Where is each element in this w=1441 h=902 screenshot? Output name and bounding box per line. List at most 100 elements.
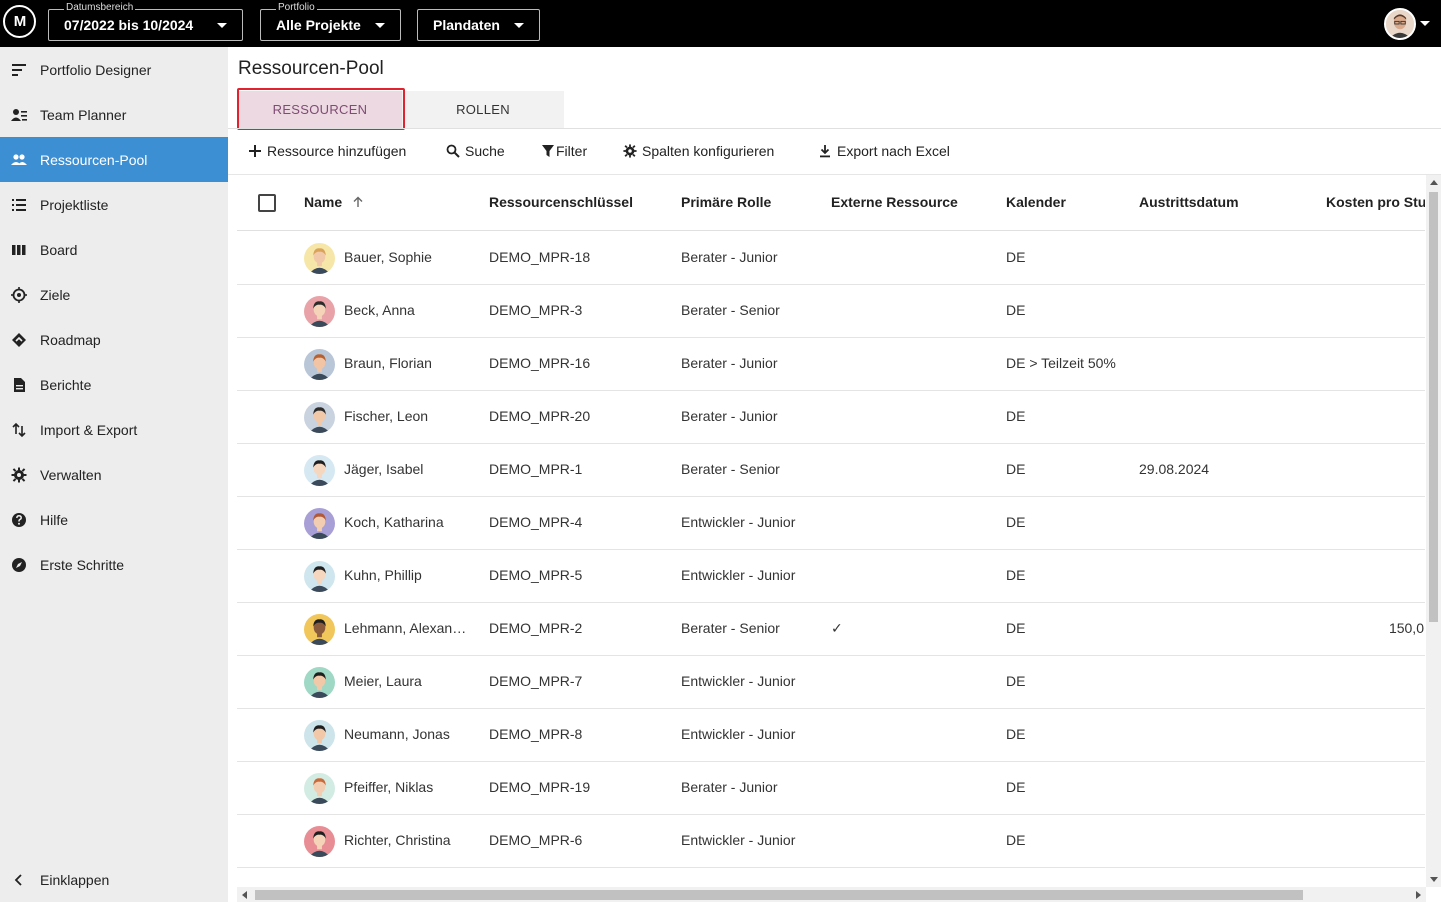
column-header-role[interactable]: Primäre Rolle (681, 194, 771, 210)
sidebar-item-ziele[interactable]: Ziele (0, 272, 228, 317)
scroll-down-icon[interactable] (1430, 877, 1438, 882)
configure-columns-button[interactable]: Spalten konfigurieren (623, 141, 774, 161)
user-avatar[interactable] (1384, 8, 1416, 40)
table-row[interactable]: Richter, Christina DEMO_MPR-6 Entwickler -… (237, 815, 1425, 868)
table-row[interactable]: Koch, Katharina DEMO_MPR-4 Entwickler - Ju… (237, 497, 1425, 550)
table-row[interactable]: Fischer, Leon DEMO_MPR-20 Berater - Junior… (237, 391, 1425, 444)
data-type-dropdown[interactable]: Plandaten (417, 9, 540, 41)
cell-calendar: DE (1006, 514, 1026, 530)
sidebar-item-verwalten[interactable]: Verwalten (0, 452, 228, 497)
table-header: Name Ressourcenschlüssel Primäre Rolle E… (237, 175, 1425, 231)
data-type-value: Plandaten (433, 17, 500, 33)
help-icon (11, 512, 27, 528)
table-row[interactable]: Meier, Laura DEMO_MPR-7 Entwickler - Junio… (237, 656, 1425, 709)
avatar (304, 614, 335, 645)
column-header-cost[interactable]: Kosten pro Stur (1326, 194, 1425, 210)
scroll-left-icon[interactable] (242, 891, 247, 899)
cell-name: Neumann, Jonas (344, 726, 450, 742)
collapse-sidebar-button[interactable]: Einklappen (0, 857, 228, 902)
date-range-caption: Datumsbereich (64, 1, 136, 15)
sidebar-item-projektliste[interactable]: Projektliste (0, 182, 228, 227)
sidebar-item-label: Portfolio Designer (40, 61, 152, 78)
cell-calendar: DE (1006, 408, 1026, 424)
vertical-scrollbar[interactable] (1426, 175, 1441, 887)
avatar (304, 561, 335, 592)
app-logo[interactable]: M (3, 5, 36, 38)
cell-calendar: DE (1006, 620, 1026, 636)
table-row[interactable]: Braun, Florian DEMO_MPR-16 Berater - Junio… (237, 338, 1425, 391)
avatar (304, 349, 335, 380)
search-icon (446, 144, 460, 158)
document-icon (11, 377, 27, 393)
cell-name: Bauer, Sophie (344, 249, 432, 265)
table-row[interactable]: Beck, Anna DEMO_MPR-3 Berater - Senior DE (237, 285, 1425, 338)
sidebar-item-label: Roadmap (40, 331, 101, 348)
table-row[interactable]: Lehmann, Alexan… DEMO_MPR-2 Berater - Seni… (237, 603, 1425, 656)
cell-calendar: DE (1006, 832, 1026, 848)
cell-calendar: DE > Teilzeit 50% (1006, 355, 1116, 371)
avatar (304, 243, 335, 274)
cell-role: Entwickler - Junior (681, 726, 796, 742)
cell-key: DEMO_MPR-2 (489, 620, 583, 636)
person-list-icon (11, 107, 27, 123)
download-icon (820, 145, 830, 158)
sort-lines-icon (11, 62, 27, 78)
sidebar-item-import-export[interactable]: Import & Export (0, 407, 228, 452)
sidebar-item-ressourcen-pool[interactable]: Ressourcen-Pool (0, 137, 228, 182)
sidebar-item-hilfe[interactable]: Hilfe (0, 497, 228, 542)
search-button[interactable]: Suche (446, 141, 505, 161)
sidebar-item-erste-schritte[interactable]: Erste Schritte (0, 542, 228, 587)
sidebar-item-portfolio-designer[interactable]: Portfolio Designer (0, 47, 228, 92)
cell-name: Koch, Katharina (344, 514, 444, 530)
user-menu-caret-icon[interactable] (1420, 21, 1430, 26)
date-range-dropdown[interactable]: Datumsbereich 07/2022 bis 10/2024 (48, 1, 243, 41)
export-excel-button[interactable]: Export nach Excel (818, 141, 950, 161)
scroll-right-icon[interactable] (1416, 891, 1421, 899)
cell-role: Berater - Junior (681, 779, 778, 795)
gear-icon (623, 144, 637, 158)
horizontal-scrollbar[interactable] (237, 887, 1426, 902)
sidebar-item-label: Hilfe (40, 511, 69, 528)
avatar (304, 720, 335, 751)
column-header-exit-date[interactable]: Austrittsdatum (1139, 194, 1239, 210)
cell-name: Beck, Anna (344, 302, 415, 318)
sidebar-item-berichte[interactable]: Berichte (0, 362, 228, 407)
table-row[interactable]: Jäger, Isabel DEMO_MPR-1 Berater - Senior D… (237, 444, 1425, 497)
portfolio-dropdown[interactable]: Portfolio Alle Projekte (260, 1, 401, 41)
add-resource-button[interactable]: Ressource hinzufügen (248, 141, 406, 161)
caret-down-icon (217, 23, 227, 28)
column-header-external[interactable]: Externe Ressource (831, 194, 958, 210)
filter-button[interactable]: Filter (541, 141, 587, 161)
sidebar-item-label: Board (40, 241, 78, 258)
swap-icon (11, 422, 27, 438)
avatar (304, 826, 335, 857)
table-row[interactable]: Neumann, Jonas DEMO_MPR-8 Entwickler - Jun… (237, 709, 1425, 762)
export-excel-label: Export nach Excel (837, 143, 950, 159)
sidebar-item-board[interactable]: Board (0, 227, 228, 272)
sidebar-item-team-planner[interactable]: Team Planner (0, 92, 228, 137)
sidebar-item-roadmap[interactable]: Roadmap (0, 317, 228, 362)
cell-role: Berater - Junior (681, 408, 778, 424)
sort-ascending-icon (353, 196, 363, 207)
table-row[interactable]: Bauer, Sophie DEMO_MPR-18 Berater - Junior… (237, 232, 1425, 285)
scroll-up-icon[interactable] (1430, 180, 1438, 185)
table-row[interactable]: Kuhn, Phillip DEMO_MPR-5 Entwickler - Juni… (237, 550, 1425, 603)
cell-calendar: DE (1006, 567, 1026, 583)
column-header-calendar[interactable]: Kalender (1006, 194, 1066, 210)
column-header-key[interactable]: Ressourcenschlüssel (489, 194, 633, 210)
filter-icon (542, 145, 554, 157)
vertical-scroll-thumb[interactable] (1429, 192, 1438, 622)
portfolio-value: Alle Projekte (276, 17, 361, 33)
cell-role: Berater - Senior (681, 302, 780, 318)
table-row[interactable]: Pfeiffer, Niklas DEMO_MPR-19 Berater - Jun… (237, 762, 1425, 815)
cell-key: DEMO_MPR-16 (489, 355, 591, 371)
horizontal-scroll-thumb[interactable] (255, 890, 1303, 900)
cell-role: Entwickler - Junior (681, 514, 796, 530)
avatar (304, 296, 335, 327)
sidebar-item-label: Projektliste (40, 196, 109, 213)
avatar (304, 402, 335, 433)
select-all-checkbox[interactable] (258, 194, 276, 212)
column-header-name[interactable]: Name (304, 194, 364, 210)
tab-rollen[interactable]: ROLLEN (402, 91, 564, 128)
cell-role: Entwickler - Junior (681, 567, 796, 583)
